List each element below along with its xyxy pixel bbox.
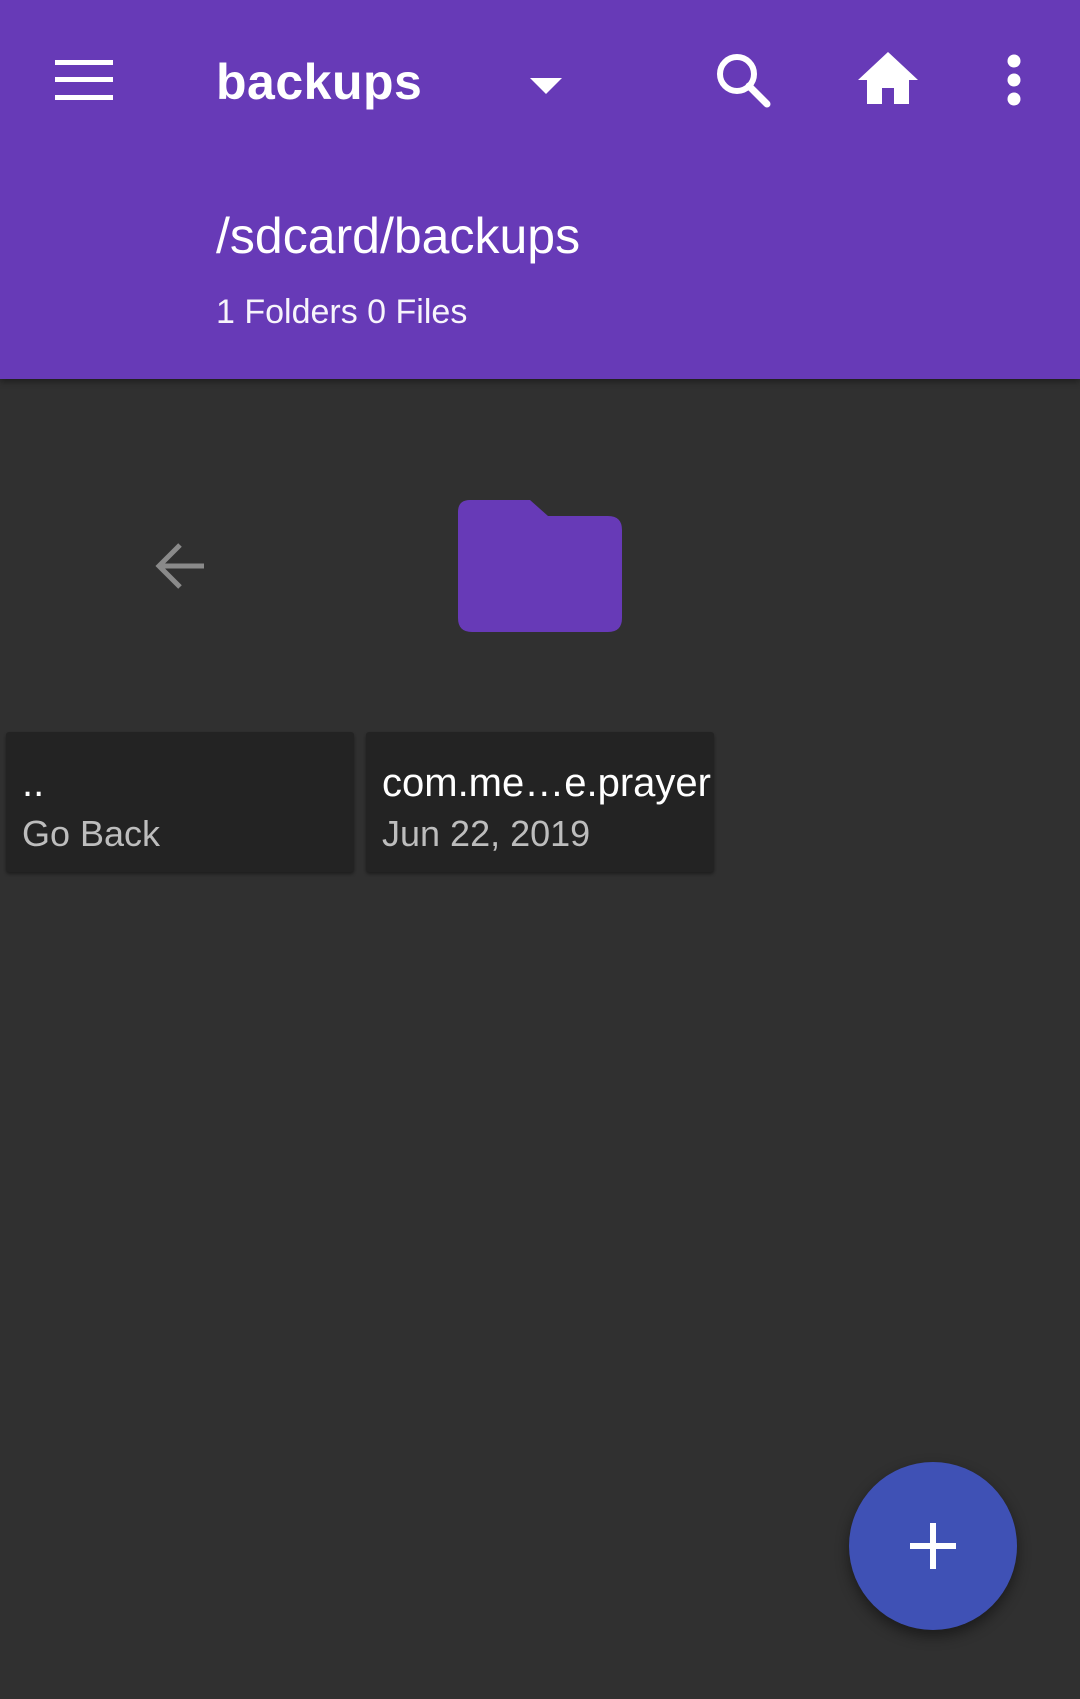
item-date: Jun 22, 2019	[382, 813, 591, 854]
search-icon	[717, 54, 771, 108]
file-manager-screen: backups /sdcard/backups 1 Folders 0 File	[0, 0, 1080, 1699]
item-subtitle: Go Back	[22, 813, 161, 854]
item-name: ..	[22, 761, 45, 805]
arrow-back-icon	[155, 543, 204, 589]
item-thumbnail	[6, 400, 354, 732]
page-title: backups	[216, 54, 423, 110]
item-caption: .. Go Back	[6, 732, 354, 872]
item-caption: com.me…e.prayer Jun 22, 2019	[366, 732, 714, 872]
overflow-menu-button[interactable]	[974, 40, 1054, 120]
search-button[interactable]	[703, 40, 783, 120]
app-bar: backups /sdcard/backups 1 Folders 0 File	[0, 0, 1080, 379]
menu-icon	[55, 60, 113, 100]
item-name: com.me…e.prayer	[382, 761, 711, 805]
item-thumbnail	[366, 400, 714, 732]
grid-item-folder[interactable]: com.me…e.prayer Jun 22, 2019	[366, 400, 714, 873]
add-icon	[910, 1523, 956, 1569]
current-path: /sdcard/backups	[216, 208, 581, 264]
folder-icon	[458, 500, 622, 632]
grid-item-go-back[interactable]: .. Go Back	[6, 400, 354, 873]
menu-button[interactable]	[44, 40, 124, 120]
add-fab-button[interactable]	[849, 1462, 1017, 1630]
home-button[interactable]	[848, 38, 928, 118]
folder-file-count: 1 Folders 0 Files	[216, 293, 468, 331]
home-icon	[858, 52, 918, 104]
arrow-drop-down-icon[interactable]	[530, 78, 562, 98]
more-vert-icon	[1007, 54, 1021, 106]
